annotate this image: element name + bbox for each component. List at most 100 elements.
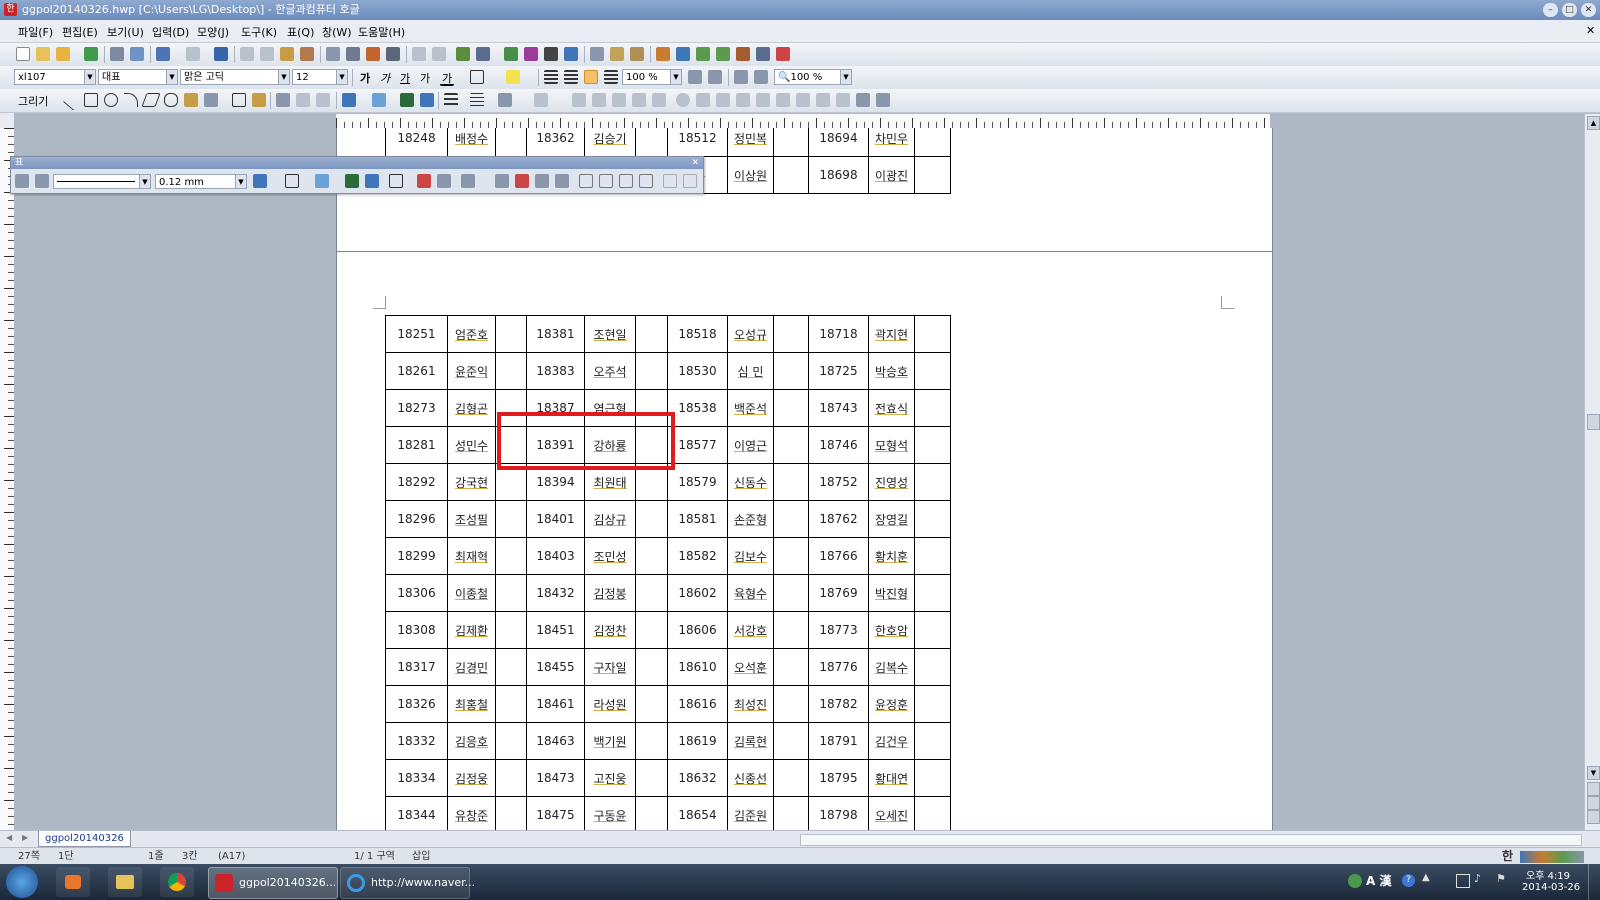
empty-cell[interactable]	[635, 611, 668, 649]
id-cell[interactable]: 18401	[526, 500, 585, 538]
empty-cell[interactable]	[773, 500, 809, 538]
table-icon[interactable]	[476, 47, 490, 61]
id-cell[interactable]: 18632	[667, 759, 728, 797]
horizontal-scrollbar[interactable]	[800, 834, 1582, 846]
id-cell[interactable]: 18798	[808, 796, 869, 830]
id-cell[interactable]: 18475	[526, 796, 585, 830]
ruler-corner[interactable]	[0, 113, 14, 128]
scroll-down-icon[interactable]: ▼	[1587, 766, 1600, 780]
name-cell[interactable]: 김경민	[447, 648, 496, 686]
id-cell[interactable]: 18654	[667, 796, 728, 830]
font-color-icon[interactable]: 가	[440, 70, 454, 86]
id-cell[interactable]: 18432	[526, 574, 585, 612]
empty-cell[interactable]	[635, 315, 668, 353]
cut-icon[interactable]	[240, 47, 254, 61]
line-dash-icon[interactable]	[470, 93, 484, 107]
name-cell[interactable]: 이상원	[727, 156, 774, 194]
empty-cell[interactable]	[495, 128, 527, 157]
id-cell[interactable]: 18381	[526, 315, 585, 353]
cell-split-h-icon[interactable]	[619, 174, 633, 188]
id-cell[interactable]: 18451	[526, 611, 585, 649]
superscript-icon[interactable]: 가	[418, 70, 432, 85]
name-cell[interactable]: 황치훈	[868, 537, 915, 575]
zoom-combo[interactable]: 🔍100 % ▼	[774, 69, 852, 85]
border-icon[interactable]	[470, 70, 484, 84]
name-cell[interactable]: 심 민	[727, 352, 774, 390]
table-props-icon[interactable]	[15, 174, 29, 188]
id-cell[interactable]: 18725	[808, 352, 869, 390]
empty-cell[interactable]	[914, 722, 951, 760]
object-tools-icon[interactable]	[876, 93, 890, 107]
name-cell[interactable]: 박승호	[868, 352, 915, 390]
id-cell[interactable]: 18334	[385, 759, 448, 797]
bullets-icon[interactable]	[754, 70, 768, 84]
ungroup-icon[interactable]	[316, 93, 330, 107]
empty-cell[interactable]	[773, 128, 809, 157]
line-style-icon[interactable]	[444, 93, 458, 107]
drawing-menu-label[interactable]: 그리기	[18, 93, 48, 109]
dictionary-icon[interactable]	[756, 47, 770, 61]
name-cell[interactable]: 김건우	[868, 722, 915, 760]
redo-icon[interactable]	[186, 47, 200, 61]
web-icon[interactable]	[676, 47, 690, 61]
line-type-combo[interactable]: ▼	[53, 174, 151, 189]
print-preview-icon[interactable]	[130, 47, 144, 61]
id-cell[interactable]: 18383	[526, 352, 585, 390]
freehand-icon[interactable]	[184, 93, 198, 107]
size-icon[interactable]	[696, 93, 710, 107]
menu-help[interactable]: 도움말(H)	[358, 24, 405, 40]
action-center-icon[interactable]: ⚑	[1496, 872, 1506, 885]
empty-cell[interactable]	[635, 500, 668, 538]
horizontal-ruler[interactable]	[336, 114, 1270, 129]
name-cell[interactable]: 김정웅	[447, 759, 496, 797]
id-cell[interactable]: 18299	[385, 537, 448, 575]
object-list-icon[interactable]	[856, 93, 870, 107]
tray-expand-icon[interactable]: ▲	[1422, 872, 1430, 883]
menu-window[interactable]: 창(W)	[322, 24, 352, 40]
line-spacing-combo[interactable]: 100 % ▼	[622, 69, 682, 85]
empty-cell[interactable]	[914, 315, 951, 353]
id-cell[interactable]: 18698	[808, 156, 869, 194]
indent-decrease-icon[interactable]	[688, 70, 702, 84]
id-cell[interactable]: 18463	[526, 722, 585, 760]
empty-cell[interactable]	[495, 796, 527, 830]
page-select-icon[interactable]	[1587, 796, 1600, 810]
menu-file[interactable]: 파일(F)	[18, 24, 53, 40]
hwp-taskbar-button[interactable]: ggpol20140326...	[208, 867, 338, 899]
empty-cell[interactable]	[914, 611, 951, 649]
id-cell[interactable]: 18766	[808, 537, 869, 575]
font-size-combo[interactable]: 12 ▼	[292, 69, 348, 85]
table-more-icon[interactable]	[683, 174, 697, 188]
empty-cell[interactable]	[773, 315, 809, 353]
rectangle-icon[interactable]	[84, 93, 98, 107]
menu-edit[interactable]: 편집(E)	[62, 24, 98, 40]
id-cell[interactable]: 18769	[808, 574, 869, 612]
spellcheck-icon[interactable]	[736, 47, 750, 61]
empty-cell[interactable]	[635, 759, 668, 797]
name-cell[interactable]: 최재혁	[447, 537, 496, 575]
empty-cell[interactable]	[773, 796, 809, 830]
find-icon[interactable]	[214, 47, 228, 61]
style-icon[interactable]	[366, 47, 380, 61]
name-cell[interactable]: 김형곤	[447, 389, 496, 427]
name-cell[interactable]: 김보수	[727, 537, 774, 575]
paragraph-icon[interactable]	[346, 47, 360, 61]
clock-time[interactable]: 오후 4:19	[1526, 867, 1570, 882]
show-desktop-button[interactable]	[1588, 864, 1600, 900]
new-tab-icon[interactable]	[36, 47, 50, 61]
id-cell[interactable]: 18248	[385, 128, 448, 157]
id-cell[interactable]: 18602	[667, 574, 728, 612]
style-combo[interactable]: xl107 ▼	[14, 69, 96, 85]
id-cell[interactable]: 18762	[808, 500, 869, 538]
empty-cell[interactable]	[635, 648, 668, 686]
name-cell[interactable]: 한호암	[868, 611, 915, 649]
symbol-icon[interactable]	[564, 47, 578, 61]
flip-icon[interactable]	[676, 93, 690, 107]
menu-table[interactable]: 표(Q)	[287, 24, 314, 40]
indent-increase-icon[interactable]	[708, 70, 722, 84]
name-cell[interactable]: 오주석	[584, 352, 636, 390]
numbering-icon[interactable]	[734, 70, 748, 84]
empty-cell[interactable]	[773, 463, 809, 501]
name-cell[interactable]: 김정봉	[584, 574, 636, 612]
table-grid-icon[interactable]	[389, 174, 403, 188]
